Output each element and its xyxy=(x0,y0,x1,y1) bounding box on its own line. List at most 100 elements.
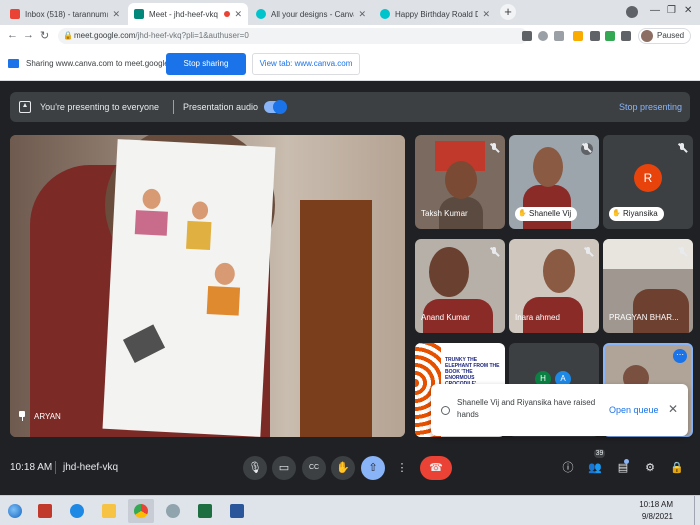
reload-icon[interactable]: ↻ xyxy=(40,29,49,42)
chrome-profile-icon xyxy=(166,504,180,518)
close-icon[interactable]: ✕ xyxy=(668,402,678,416)
start-button[interactable] xyxy=(2,499,28,523)
divider xyxy=(173,100,174,114)
word-icon xyxy=(230,504,244,518)
presentation-audio-toggle[interactable] xyxy=(264,100,287,114)
main-video-tile[interactable]: ARYAN xyxy=(10,135,405,437)
taskbar-app[interactable] xyxy=(32,499,58,523)
chrome-media-icon[interactable] xyxy=(626,6,638,18)
participant-tile[interactable]: Taksh Kumar xyxy=(415,135,505,229)
minimize-icon[interactable]: — xyxy=(650,5,660,16)
tab-gmail[interactable]: Inbox (518) - tarannum@theindi ✕ xyxy=(4,3,126,25)
raised-hand-chip: Shanelle Vij xyxy=(515,207,578,221)
canva-icon xyxy=(380,9,390,19)
drawing-paper xyxy=(102,139,276,437)
drawing-figure xyxy=(191,201,209,220)
internet-explorer-icon xyxy=(70,504,84,518)
raise-hand-button[interactable]: ✋ xyxy=(331,456,355,480)
window-close-icon[interactable]: ✕ xyxy=(684,5,692,16)
participant-tile[interactable]: Inara ahmed xyxy=(509,239,599,333)
stop-sharing-button[interactable]: Stop sharing xyxy=(166,53,246,75)
participant-tile[interactable]: R Riyansika xyxy=(603,135,693,229)
view-tab-button[interactable]: View tab: www.canva.com xyxy=(252,53,360,75)
chat-notification-dot xyxy=(624,459,629,464)
tab-canva-designs[interactable]: All your designs - Canva ✕ xyxy=(250,3,372,25)
taskbar-app[interactable] xyxy=(64,499,90,523)
show-desktop-button[interactable] xyxy=(694,496,700,525)
taskbar-app[interactable] xyxy=(224,499,250,523)
taskbar-app[interactable] xyxy=(192,499,218,523)
share-icon[interactable] xyxy=(554,31,564,41)
mic-off-icon xyxy=(581,143,593,155)
drawing-figure xyxy=(134,210,168,236)
taskbar-app[interactable] xyxy=(96,499,122,523)
toggle-knob xyxy=(273,100,287,114)
back-icon[interactable]: ← xyxy=(7,29,18,41)
divider xyxy=(55,461,56,474)
participant-name: Inara ahmed xyxy=(515,313,560,322)
extension-icon[interactable] xyxy=(605,31,615,41)
profile-button[interactable]: Paused xyxy=(638,28,692,44)
pin-icon[interactable] xyxy=(18,411,26,421)
avatar xyxy=(641,30,653,42)
close-icon[interactable]: ✕ xyxy=(112,9,120,20)
mic-icon: 🎙 xyxy=(248,462,262,474)
participant-tile[interactable]: Anand Kumar xyxy=(415,239,505,333)
extension-icon[interactable] xyxy=(573,31,583,41)
windows-taskbar: 10:18 AM 9/8/2021 xyxy=(0,495,700,525)
meet-control-bar: 10:18 AM jhd-heef-vkq 🎙 ▭ CC ✋ ⇧ ⋮ ☎ ⓘ 👥… xyxy=(0,445,700,495)
file-explorer-icon xyxy=(102,504,116,518)
tab-meet[interactable]: Meet - jhd-heef-vkq ✕ xyxy=(128,3,248,25)
tab-canva-birthday[interactable]: Happy Birthday Roald Dahl ✕ xyxy=(374,3,496,25)
new-tab-button[interactable]: + xyxy=(500,4,516,20)
close-icon[interactable]: ✕ xyxy=(482,9,490,20)
screen-share-icon xyxy=(8,59,19,68)
activities-icon[interactable]: ⚙ xyxy=(643,461,657,475)
address-bar[interactable]: 🔒 meet.google.com/jhd-heef-vkq?pli=1&aut… xyxy=(58,28,528,44)
extensions-puzzle-icon[interactable] xyxy=(621,31,631,41)
hang-up-icon: ☎ xyxy=(429,462,443,474)
host-controls-icon[interactable]: 🔒 xyxy=(670,461,684,475)
drawing-figure xyxy=(214,262,236,286)
tab-title: Happy Birthday Roald Dahl xyxy=(395,9,479,19)
taskbar-app[interactable] xyxy=(160,499,186,523)
mic-off-icon xyxy=(489,143,499,153)
camera-in-use-icon[interactable] xyxy=(522,31,532,41)
clock-time: 10:18 AM xyxy=(639,500,673,509)
tab-title: Inbox (518) - tarannum@theindi xyxy=(25,9,108,19)
lock-icon: 🔒 xyxy=(63,31,73,40)
extension-icon[interactable] xyxy=(590,31,600,41)
tab-title: Meet - jhd-heef-vkq xyxy=(149,9,218,19)
more-options-icon[interactable]: ⋯ xyxy=(673,349,687,363)
book-text: TRUNKY THE ELEPHANT FROM THE BOOK 'THE E… xyxy=(445,357,500,387)
participant-tile[interactable]: Shanelle Vij xyxy=(509,135,599,229)
hand-icon xyxy=(441,406,450,415)
close-icon[interactable]: ✕ xyxy=(358,9,366,20)
open-queue-button[interactable]: Open queue xyxy=(609,405,659,415)
more-options-button[interactable]: ⋮ xyxy=(390,456,414,480)
restore-icon[interactable]: ❐ xyxy=(667,5,676,16)
participant-tile[interactable]: PRAGYAN BHAR... xyxy=(603,239,693,333)
captions-button[interactable]: CC xyxy=(302,456,326,480)
forward-icon[interactable]: → xyxy=(23,29,34,41)
camera-button[interactable]: ▭ xyxy=(272,456,296,480)
zoom-icon[interactable] xyxy=(538,31,548,41)
canva-icon xyxy=(256,9,266,19)
profile-status: Paused xyxy=(657,31,685,40)
clock-date: 9/8/2021 xyxy=(641,512,673,521)
leave-call-button[interactable]: ☎ xyxy=(420,456,452,480)
present-now-button[interactable]: ⇧ xyxy=(361,456,385,480)
tab-title: All your designs - Canva xyxy=(271,9,355,19)
video-person xyxy=(633,289,689,333)
video-person-head xyxy=(543,249,575,293)
system-clock[interactable]: 10:18 AM 9/8/2021 xyxy=(615,499,673,523)
drawing-figure xyxy=(206,285,241,316)
taskbar-app[interactable] xyxy=(128,499,154,523)
people-icon[interactable]: 👥 xyxy=(588,461,602,475)
stop-presenting-button[interactable]: Stop presenting xyxy=(619,102,682,112)
info-icon[interactable]: ⓘ xyxy=(561,461,575,475)
camera-icon: ▭ xyxy=(278,462,290,474)
close-icon[interactable]: ✕ xyxy=(234,9,242,20)
microphone-button[interactable]: 🎙 xyxy=(243,456,267,480)
excel-icon xyxy=(198,504,212,518)
